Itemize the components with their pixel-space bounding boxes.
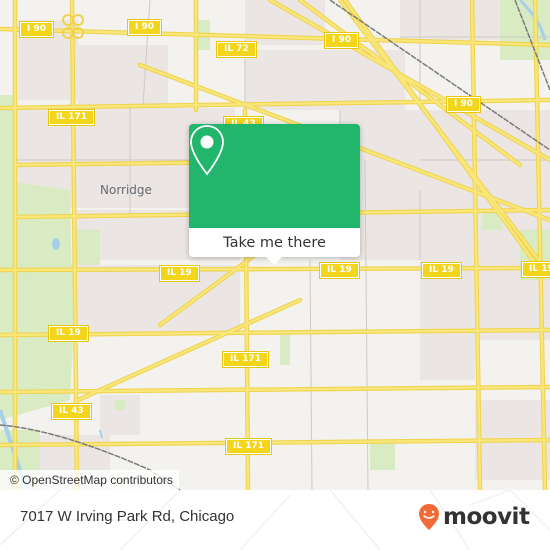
- take-me-there-button[interactable]: Take me there: [189, 228, 360, 257]
- address-text: 7017 W Irving Park Rd, Chicago: [20, 508, 235, 525]
- highway-shield: IL 19: [159, 265, 200, 282]
- moovit-smiley-pin-icon: [419, 504, 439, 530]
- highway-shield: IL 171: [221, 351, 270, 368]
- map-pin-icon: [190, 125, 224, 176]
- highway-shield: IL 171: [47, 109, 96, 126]
- highway-shield: IL 19: [421, 262, 462, 279]
- place-label-norridge: Norridge: [100, 183, 152, 197]
- map-view[interactable]: I 90 I 90 IL 72 I 90 I 90 IL 171 IL 43 I…: [0, 0, 550, 490]
- highway-shield: I 90: [323, 32, 360, 49]
- highway-shield: IL 72: [216, 41, 257, 58]
- location-popup: Take me there: [189, 124, 360, 265]
- highway-shield: IL 171: [224, 438, 273, 455]
- highway-shield: IL 19: [521, 261, 550, 278]
- highway-shield: I 90: [445, 96, 482, 113]
- highway-shield: I 90: [126, 19, 163, 36]
- popup-header: [189, 124, 360, 228]
- highway-shield: IL 43: [51, 403, 92, 420]
- highway-shield: IL 19: [319, 262, 360, 279]
- moovit-logo[interactable]: moovit: [418, 503, 530, 531]
- popup-pointer: [265, 256, 283, 265]
- brand-name: moovit: [443, 504, 530, 530]
- footer-bar: 7017 W Irving Park Rd, Chicago moovit: [0, 490, 550, 550]
- highway-shield: IL 19: [48, 325, 89, 342]
- highway-shield: I 90: [18, 21, 55, 38]
- map-attribution[interactable]: © OpenStreetMap contributors: [0, 470, 179, 490]
